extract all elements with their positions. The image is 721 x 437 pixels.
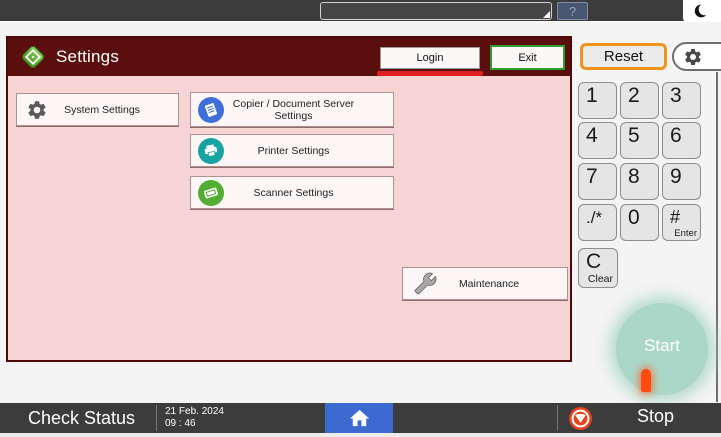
login-active-underline (377, 71, 483, 76)
home-icon (348, 407, 371, 430)
keypad-key-7[interactable]: 7 (578, 163, 617, 200)
start-button[interactable]: Start (616, 303, 708, 395)
keypad-key-0[interactable]: 0 (620, 204, 659, 241)
divider (557, 405, 558, 431)
moon-icon (694, 3, 710, 19)
gear-icon (26, 99, 48, 121)
bottom-status-bar: Check Status 21 Feb. 2024 09 : 46 Stop (0, 403, 721, 433)
bottom-bezel-strip (0, 433, 721, 437)
check-status-button[interactable]: Check Status (28, 408, 156, 429)
quick-settings-button[interactable] (672, 42, 721, 71)
keypad-key-1[interactable]: 1 (578, 82, 617, 119)
keypad-key-9[interactable]: 9 (662, 163, 701, 200)
keypad-key-5[interactable]: 5 (620, 122, 659, 159)
maintenance-button[interactable]: Maintenance (402, 267, 568, 300)
login-button[interactable]: Login (380, 47, 480, 69)
settings-panel: Settings Login Exit System Settings (6, 36, 572, 362)
keypad-key-hash-enter[interactable]: # Enter (662, 204, 701, 241)
date-text: 21 Feb. 2024 (165, 406, 224, 417)
printer-icon (198, 138, 224, 164)
home-button[interactable] (325, 403, 393, 433)
copier-document-server-settings-button[interactable]: Copier / Document Server Settings (190, 92, 394, 127)
scanner-settings-label: Scanner Settings (224, 187, 363, 199)
divider (156, 405, 157, 431)
keypad-key-2[interactable]: 2 (620, 82, 659, 119)
scanner-icon (198, 180, 224, 206)
gear-icon (683, 47, 703, 67)
keypad-key-6[interactable]: 6 (662, 122, 701, 159)
maintenance-label: Maintenance (437, 278, 541, 290)
page-title: Settings (56, 47, 119, 67)
keypad-key-4[interactable]: 4 (578, 122, 617, 159)
resize-corner-icon (543, 11, 550, 18)
screen-edge-line (716, 72, 718, 402)
reset-label: Reset (604, 48, 643, 65)
exit-label: Exit (518, 52, 536, 64)
copier-icon (198, 97, 224, 123)
login-label: Login (417, 52, 444, 64)
wrench-icon (414, 272, 437, 295)
keypad-key-clear[interactable]: C Clear (578, 248, 618, 288)
system-settings-label: System Settings (48, 104, 156, 116)
stop-icon[interactable] (568, 406, 593, 431)
keypad-key-dot-slash-star[interactable]: ./* (578, 204, 617, 241)
start-indicator-light (641, 369, 651, 392)
time-text: 09 : 46 (165, 418, 196, 429)
keypad-key-8[interactable]: 8 (620, 163, 659, 200)
energy-saver-button[interactable] (683, 0, 721, 22)
exit-button[interactable]: Exit (490, 45, 565, 70)
keypad-key-3[interactable]: 3 (662, 82, 701, 119)
start-label: Start (644, 336, 680, 356)
printer-settings-label: Printer Settings (224, 145, 363, 157)
settings-app-icon (20, 44, 46, 70)
enter-sublabel: Enter (674, 228, 697, 239)
clear-sublabel: Clear (588, 273, 613, 285)
stop-button-label[interactable]: Stop (637, 406, 674, 427)
copier-settings-label-line2: Settings (275, 110, 313, 122)
copier-settings-label-line1: Copier / Document Server (233, 98, 354, 110)
scanner-settings-button[interactable]: Scanner Settings (190, 176, 394, 209)
help-button[interactable]: ? (557, 2, 588, 20)
printer-settings-button[interactable]: Printer Settings (190, 134, 394, 167)
help-label: ? (569, 4, 576, 19)
panel-header: Settings Login Exit (8, 38, 570, 76)
system-settings-button[interactable]: System Settings (16, 93, 179, 126)
device-screen: ? Settings Login Exit (0, 0, 721, 437)
system-message-input[interactable] (320, 2, 552, 20)
datetime-display: 21 Feb. 2024 09 : 46 (165, 406, 315, 430)
reset-button[interactable]: Reset (580, 43, 667, 70)
